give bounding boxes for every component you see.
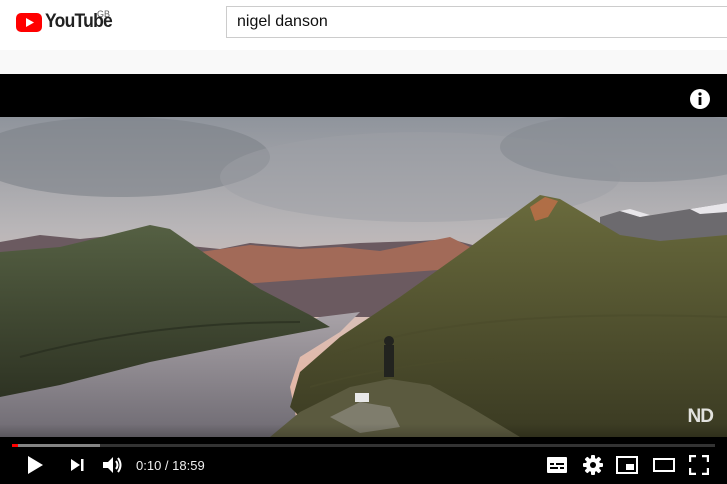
search-input[interactable] — [237, 7, 717, 37]
fullscreen-button[interactable] — [686, 452, 712, 478]
subtitles-icon — [547, 457, 567, 473]
page-gap — [0, 50, 727, 74]
play-icon — [28, 456, 43, 474]
play-button[interactable] — [22, 452, 48, 478]
time-display: 0:10 / 18:59 — [136, 458, 205, 473]
current-time: 0:10 — [136, 458, 162, 473]
progress-bar[interactable] — [12, 444, 715, 447]
volume-icon — [103, 457, 122, 473]
settings-button[interactable] — [580, 452, 606, 478]
info-button[interactable] — [689, 88, 711, 110]
youtube-logo-icon — [16, 12, 42, 32]
time-separator: / — [161, 458, 173, 473]
info-icon — [690, 89, 710, 109]
progress-played — [12, 444, 19, 447]
miniplayer-icon — [616, 456, 638, 474]
subtitles-button[interactable] — [544, 452, 570, 478]
miniplayer-button[interactable] — [614, 452, 640, 478]
theater-mode-button[interactable] — [650, 452, 678, 478]
video-player[interactable]: ND 0:10 / 18:59 — [0, 74, 727, 484]
duration: 18:59 — [172, 458, 205, 473]
progress-buffered — [12, 444, 100, 447]
search-box[interactable] — [226, 6, 727, 38]
fullscreen-icon — [689, 455, 709, 475]
masthead: YouTube GB — [0, 0, 727, 50]
region-code: GB — [97, 9, 111, 19]
video-frame[interactable] — [0, 117, 727, 437]
next-icon — [71, 459, 84, 471]
volume-button[interactable] — [98, 452, 128, 478]
gear-icon — [583, 455, 603, 475]
theater-mode-icon — [653, 458, 675, 472]
next-button[interactable] — [64, 452, 90, 478]
